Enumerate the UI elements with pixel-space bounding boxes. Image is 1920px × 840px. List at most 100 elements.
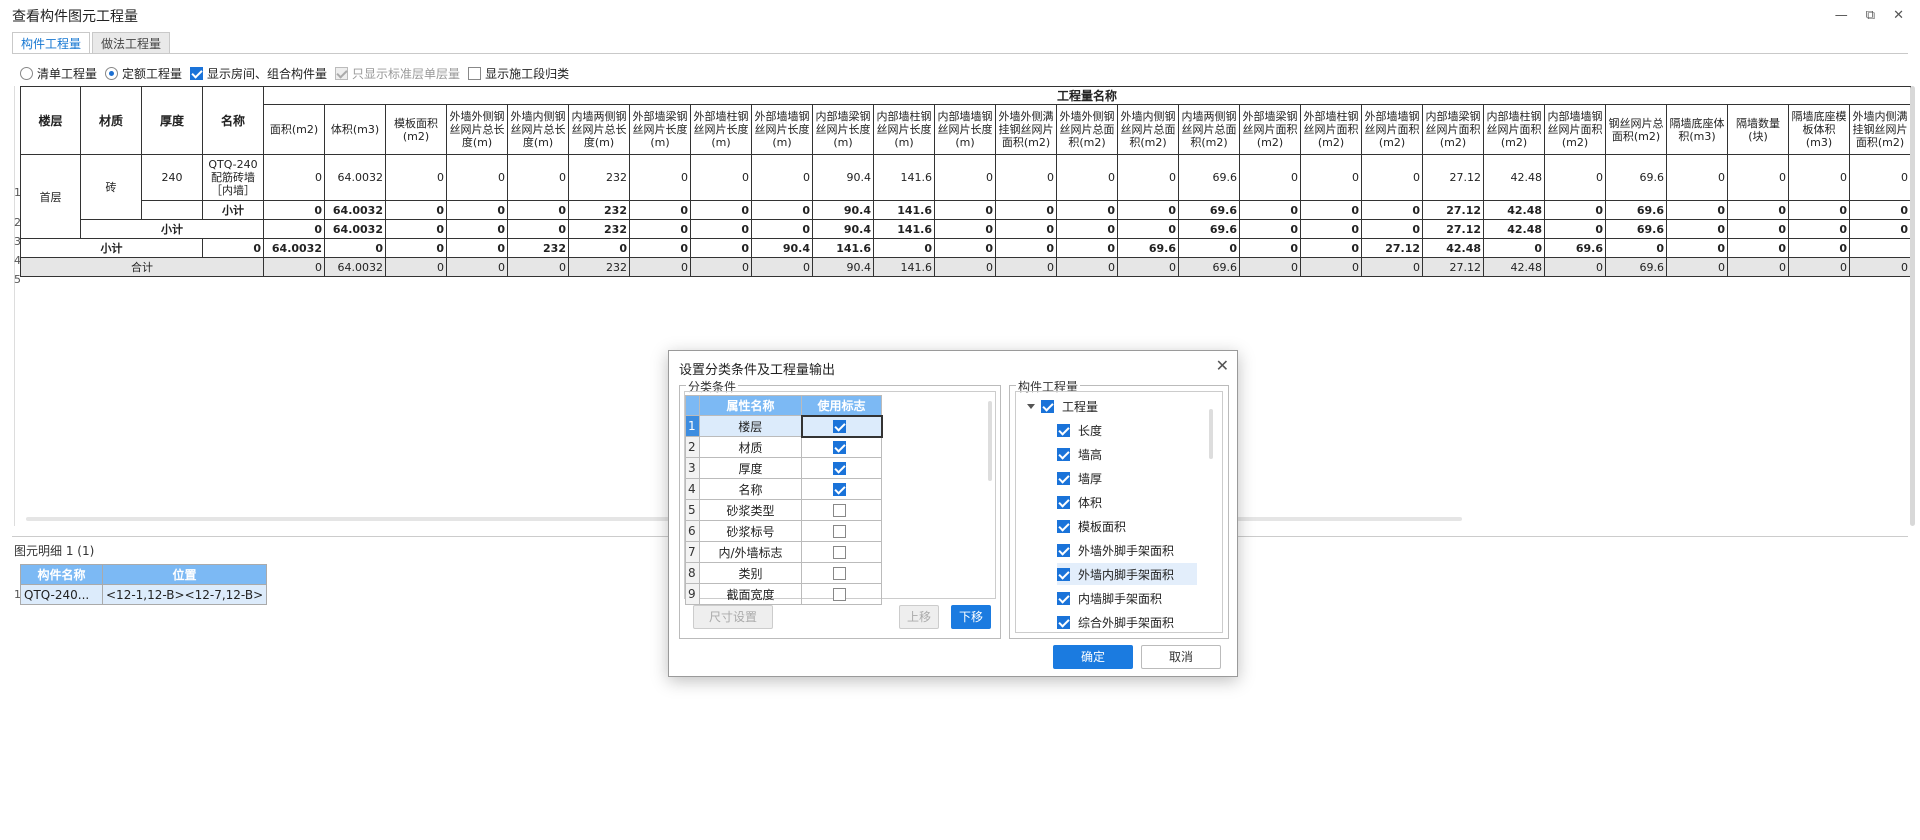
- value-cell[interactable]: 0: [1848, 200, 1912, 220]
- tree-item[interactable]: 外墙内脚手架面积: [1057, 563, 1197, 585]
- checkbox-checked-icon[interactable]: [1041, 399, 1054, 413]
- checkbox-checked-icon[interactable]: [1057, 519, 1070, 533]
- close-icon[interactable]: ✕: [1893, 8, 1904, 23]
- value-cell[interactable]: 0: [1300, 257, 1362, 277]
- value-cell[interactable]: 64.0032: [324, 257, 386, 277]
- value-cell[interactable]: 0: [690, 238, 752, 258]
- cell-thickness[interactable]: 240: [141, 154, 203, 201]
- column-header[interactable]: 外墙外侧满挂钢丝网片面积(m2): [995, 104, 1057, 155]
- tree-item[interactable]: 模板面积: [1057, 515, 1197, 537]
- value-cell[interactable]: 0: [1544, 200, 1606, 220]
- value-cell[interactable]: 0: [690, 257, 752, 277]
- column-header[interactable]: 内部墙墙钢丝网片面积(m2): [1544, 104, 1606, 155]
- value-cell[interactable]: 0: [1666, 257, 1728, 277]
- checkbox-checked-icon[interactable]: [1057, 447, 1070, 461]
- value-cell[interactable]: 69.6: [1605, 200, 1667, 220]
- value-cell[interactable]: 0: [1117, 257, 1179, 277]
- column-header[interactable]: 外墙外侧钢丝网片总长度(m): [446, 104, 508, 155]
- value-cell[interactable]: 69.6: [1178, 154, 1240, 201]
- value-cell[interactable]: 0: [446, 219, 508, 239]
- value-cell[interactable]: 0: [1788, 154, 1850, 201]
- value-cell[interactable]: 90.4: [812, 200, 874, 220]
- property-name[interactable]: 砂浆类型: [699, 499, 802, 521]
- use-flag-cell[interactable]: [801, 457, 882, 479]
- column-header[interactable]: 体积(m3): [324, 104, 386, 155]
- checkbox-unchecked-icon[interactable]: [833, 525, 846, 538]
- value-cell[interactable]: 0: [934, 238, 996, 258]
- value-cell[interactable]: 0: [629, 257, 691, 277]
- property-name[interactable]: 内/外墙标志: [699, 541, 802, 563]
- value-cell[interactable]: 0: [1117, 200, 1179, 220]
- use-flag-cell[interactable]: [801, 541, 882, 563]
- checkbox-checked-icon[interactable]: [1057, 615, 1070, 629]
- value-cell[interactable]: 0: [629, 238, 691, 258]
- value-cell[interactable]: 0: [1788, 238, 1850, 258]
- radio-list-quantity[interactable]: 清单工程量: [20, 65, 97, 82]
- tree-item[interactable]: 外墙外脚手架面积: [1057, 539, 1197, 561]
- column-header[interactable]: 内部墙梁钢丝网片面积(m2): [1422, 104, 1484, 155]
- value-cell[interactable]: 0: [385, 257, 447, 277]
- value-cell[interactable]: 27.12: [1422, 154, 1484, 201]
- value-cell[interactable]: 0: [629, 219, 691, 239]
- property-name[interactable]: 砂浆标号: [699, 520, 802, 542]
- value-cell[interactable]: 0: [1239, 257, 1301, 277]
- value-cell[interactable]: 0: [1848, 257, 1912, 277]
- value-cell[interactable]: 69.6: [1117, 238, 1179, 258]
- column-header[interactable]: 隔墙数量(块): [1727, 104, 1789, 155]
- column-header[interactable]: 外墙外侧钢丝网片总面积(m2): [1056, 104, 1118, 155]
- value-cell[interactable]: 0: [934, 219, 996, 239]
- value-cell[interactable]: 0: [751, 154, 813, 201]
- value-cell[interactable]: 0: [1788, 219, 1850, 239]
- column-header[interactable]: 外部墙墙钢丝网片面积(m2): [1361, 104, 1423, 155]
- column-header[interactable]: 外墙内侧满挂钢丝网片面积(m2): [1848, 104, 1912, 155]
- column-header[interactable]: 隔墙底座模板体积(m3): [1788, 104, 1850, 155]
- checkbox-checked-icon[interactable]: [1057, 495, 1070, 509]
- table-row[interactable]: 2 材质: [685, 436, 882, 458]
- value-cell[interactable]: 141.6: [873, 257, 935, 277]
- checkbox-checked-icon[interactable]: [833, 441, 846, 455]
- value-cell[interactable]: 0: [263, 257, 325, 277]
- radio-selected-icon[interactable]: [105, 66, 119, 80]
- value-cell[interactable]: 0: [507, 154, 569, 201]
- value-cell[interactable]: 69.6: [1605, 219, 1667, 239]
- value-cell[interactable]: 42.48: [1422, 238, 1484, 258]
- value-cell[interactable]: 0: [1056, 257, 1118, 277]
- tree-scrollbar[interactable]: [1209, 409, 1213, 459]
- value-cell[interactable]: 0: [1848, 219, 1912, 239]
- column-header[interactable]: 外部墙梁钢丝网片长度(m): [629, 104, 691, 155]
- cell-name[interactable]: QTQ-240配筋砖墙［内墙］: [202, 154, 264, 201]
- value-cell[interactable]: 0: [1605, 238, 1667, 258]
- column-header[interactable]: 内墙两侧钢丝网片总长度(m): [568, 104, 630, 155]
- use-flag-cell[interactable]: [801, 583, 882, 605]
- value-cell[interactable]: 0: [1056, 238, 1118, 258]
- value-cell[interactable]: 69.6: [1178, 200, 1240, 220]
- checkbox-unchecked-icon[interactable]: [833, 546, 846, 559]
- value-cell[interactable]: 0: [1788, 200, 1850, 220]
- value-cell[interactable]: 0: [995, 219, 1057, 239]
- value-cell[interactable]: 0: [446, 257, 508, 277]
- value-cell[interactable]: 0: [1117, 154, 1179, 201]
- column-header[interactable]: 内部墙梁钢丝网片长度(m): [812, 104, 874, 155]
- value-cell[interactable]: 232: [568, 200, 630, 220]
- value-cell[interactable]: 0: [446, 200, 508, 220]
- value-cell[interactable]: 0: [995, 238, 1057, 258]
- restore-icon[interactable]: ⧉: [1866, 8, 1875, 23]
- checkbox-checked-icon[interactable]: [1057, 543, 1070, 557]
- checkbox-checked-icon[interactable]: [833, 420, 846, 433]
- tree-root-item[interactable]: 工程量: [1027, 395, 1098, 417]
- checkbox-unchecked-icon[interactable]: [833, 504, 846, 517]
- value-cell[interactable]: 0: [629, 154, 691, 201]
- value-cell[interactable]: 0: [324, 238, 386, 258]
- value-cell[interactable]: 0: [690, 200, 752, 220]
- use-flag-cell[interactable]: [801, 478, 882, 500]
- value-cell[interactable]: 0: [446, 238, 508, 258]
- value-cell[interactable]: 0: [1788, 257, 1850, 277]
- value-cell[interactable]: 69.6: [1178, 219, 1240, 239]
- size-settings-button[interactable]: 尺寸设置: [693, 605, 773, 629]
- checkbox-checked-icon[interactable]: [1057, 591, 1070, 605]
- checkbox-checked-icon[interactable]: [1057, 423, 1070, 437]
- value-cell[interactable]: 0: [202, 238, 264, 258]
- value-cell[interactable]: 0: [385, 238, 447, 258]
- checkbox-unchecked-icon[interactable]: [833, 567, 846, 580]
- value-cell[interactable]: 0: [385, 219, 447, 239]
